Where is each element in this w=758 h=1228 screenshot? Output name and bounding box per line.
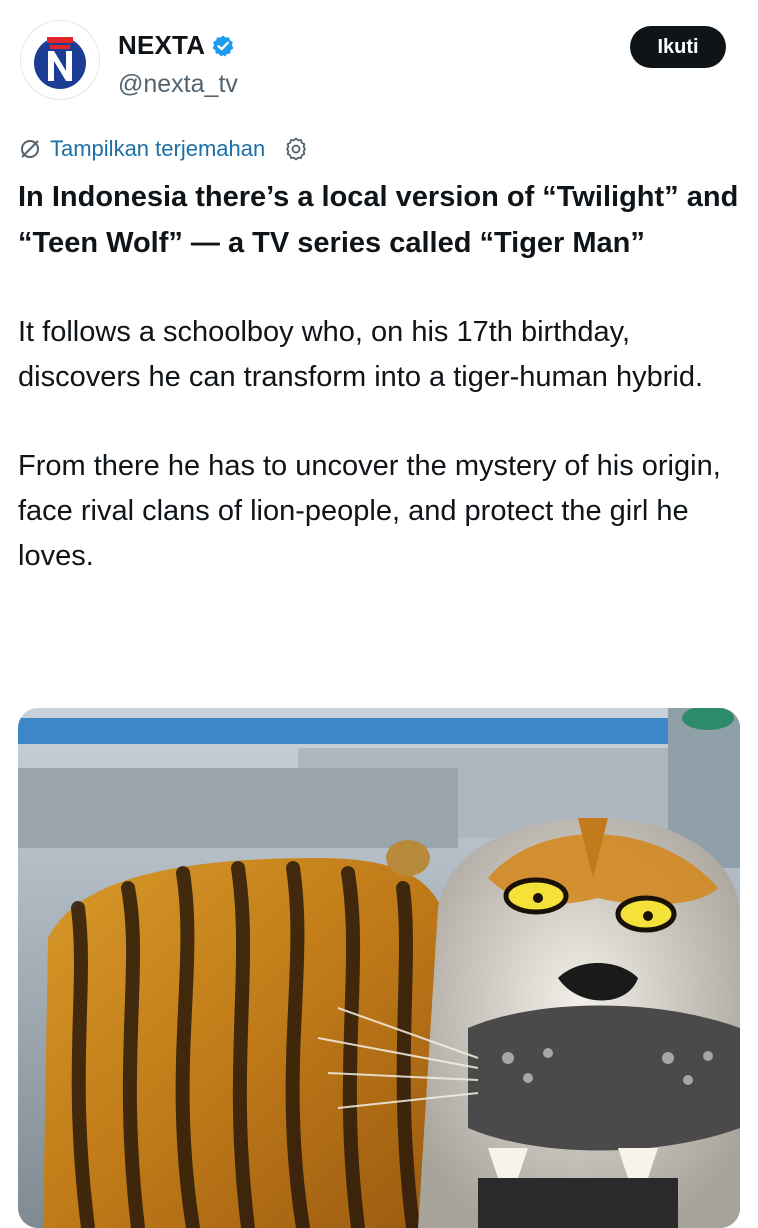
tiger-costume-image (18, 708, 740, 1228)
follow-button[interactable]: Ikuti (630, 26, 726, 68)
post-text: In Indonesia there’s a local version of … (18, 174, 742, 579)
show-translation-label[interactable]: Tampilkan terjemahan (50, 136, 265, 162)
translate-link-icon (21, 140, 39, 158)
post-paragraph-1: It follows a schoolboy who, on his 17th … (18, 316, 704, 393)
post-paragraph-2: From there he has to uncover the mystery… (18, 450, 721, 572)
show-translation-link[interactable]: Tampilkan terjemahan (18, 136, 309, 162)
author-handle[interactable]: @nexta_tv (118, 70, 238, 99)
author-name-row: NEXTA (118, 30, 235, 61)
verified-badge-icon (212, 35, 234, 57)
settings-icon[interactable] (283, 136, 309, 162)
author-avatar[interactable] (20, 20, 100, 100)
post-title: In Indonesia there’s a local version of … (18, 181, 739, 259)
nexta-logo-icon (34, 37, 86, 89)
post-header: NEXTA @nexta_tv Ikuti (0, 0, 758, 120)
post-media[interactable] (18, 708, 740, 1228)
author-name[interactable]: NEXTA (118, 30, 205, 61)
